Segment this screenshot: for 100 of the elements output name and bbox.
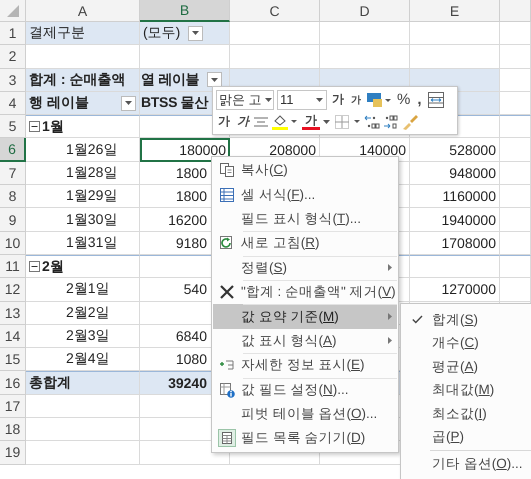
table-cell xyxy=(500,68,531,92)
copy-icon xyxy=(219,162,235,178)
shrink-font-button[interactable]: 가 xyxy=(349,90,363,110)
table-cell: 1160000 xyxy=(410,185,500,208)
table-cell: 1708000 xyxy=(410,232,500,255)
table-cell: 1월30일 xyxy=(26,208,140,232)
table-cell xyxy=(500,92,531,116)
table-cell xyxy=(500,278,531,302)
italic-button[interactable]: 가 xyxy=(235,112,251,132)
refresh-icon xyxy=(219,235,235,252)
row-header[interactable]: 14 xyxy=(0,324,26,348)
check-icon xyxy=(412,315,422,324)
menu-item[interactable]: 합계(S) xyxy=(402,308,531,332)
menu-item[interactable]: 정렬(S) xyxy=(213,256,397,280)
menu-item[interactable]: 개수(C) xyxy=(402,332,531,355)
row-header[interactable]: 16 xyxy=(0,371,26,395)
table-cell xyxy=(500,45,531,69)
caret-icon xyxy=(316,98,323,102)
table-cell: 1월26일 xyxy=(26,138,140,162)
row-header[interactable]: 18 xyxy=(0,418,26,442)
show-details-icon xyxy=(220,360,234,370)
borders-icon[interactable] xyxy=(335,114,361,128)
cell-label: 행 레이블 xyxy=(29,94,89,112)
collapse-icon[interactable] xyxy=(29,261,40,272)
fill-color-icon[interactable] xyxy=(271,114,297,130)
table-cell: 1월28일 xyxy=(26,162,140,186)
row-header[interactable]: 2 xyxy=(0,45,26,69)
caret-icon xyxy=(323,120,330,124)
group-label: 2월 xyxy=(42,258,64,276)
caret-icon xyxy=(192,31,200,36)
column-header[interactable]: A xyxy=(26,0,140,22)
row-header[interactable]: 9 xyxy=(0,208,26,232)
table-cell: 1월29일 xyxy=(26,185,140,208)
column-header[interactable]: B xyxy=(140,0,230,22)
table-cell xyxy=(500,185,531,208)
table-cell: 180000 xyxy=(140,138,230,162)
menu-item[interactable]: 최소값(I) xyxy=(402,402,531,426)
submenu-arrow-icon xyxy=(388,313,392,320)
field-list-icon xyxy=(218,429,236,448)
table-cell xyxy=(500,208,531,232)
table-icon xyxy=(219,186,235,203)
collapse-icon[interactable] xyxy=(29,121,40,132)
menu-item[interactable]: 피벗 테이블 옵션(O)... xyxy=(213,402,397,426)
row-header[interactable]: 11 xyxy=(0,254,26,278)
caret-icon xyxy=(264,98,272,102)
menu-item[interactable]: 기타 옵션(O)... xyxy=(402,449,531,476)
increase-decimal-icon[interactable] xyxy=(364,114,380,128)
row-header[interactable]: 1 xyxy=(0,22,26,46)
column-header[interactable]: E xyxy=(410,0,500,22)
decrease-decimal-icon[interactable] xyxy=(383,114,399,128)
menu-item[interactable]: 평균(A) xyxy=(402,355,531,378)
comma-button[interactable]: , xyxy=(415,90,424,110)
table-cell: 합계 : 순매출액 xyxy=(26,68,140,92)
table-cell xyxy=(500,162,531,186)
submenu-arrow-icon xyxy=(388,264,392,272)
table-cell: 총합계 xyxy=(26,371,140,395)
font-select[interactable]: 맑은 고 xyxy=(216,90,274,110)
remove-icon xyxy=(220,285,234,300)
table-cell: 1270000 xyxy=(410,278,500,302)
table-cell: 2월2일 xyxy=(26,302,140,325)
row-header[interactable]: 13 xyxy=(0,302,26,325)
percent-button[interactable]: % xyxy=(395,90,412,110)
column-header[interactable]: D xyxy=(320,0,410,22)
grow-font-button[interactable]: 가 xyxy=(330,90,346,110)
group-label: 1월 xyxy=(42,118,64,136)
row-header[interactable]: 19 xyxy=(0,441,26,465)
submenu-arrow-icon xyxy=(388,337,392,344)
menu-item[interactable]: 값 요약 기준(M) xyxy=(213,304,397,329)
column-header[interactable]: C xyxy=(230,0,320,22)
money-icon[interactable] xyxy=(366,92,392,108)
cell-label: (모두) xyxy=(143,24,180,42)
dropdown-button[interactable] xyxy=(121,96,136,111)
row-header[interactable]: 17 xyxy=(0,394,26,418)
row-header[interactable]: 12 xyxy=(0,278,26,302)
font-color-button[interactable]: 가 xyxy=(300,112,332,132)
row-header[interactable]: 8 xyxy=(0,185,26,208)
table-cell xyxy=(500,254,531,278)
row-header[interactable]: 4 xyxy=(0,92,26,116)
merge-center-icon[interactable] xyxy=(426,90,445,108)
table-cell: 결제구분 xyxy=(26,22,140,46)
dropdown-button[interactable] xyxy=(207,72,222,88)
caret-icon xyxy=(125,101,132,106)
table-cell xyxy=(500,138,531,162)
table-cell: 2월3일 xyxy=(26,324,140,348)
table-cell: 1940000 xyxy=(410,208,500,232)
row-header[interactable]: 10 xyxy=(0,232,26,255)
row-header[interactable]: 3 xyxy=(0,68,26,92)
table-cell xyxy=(500,22,531,46)
align-center-icon[interactable] xyxy=(254,116,268,126)
cell-label: 열 레이블 xyxy=(141,70,200,89)
table-cell: 1월31일 xyxy=(26,232,140,255)
dropdown-button[interactable] xyxy=(188,26,204,41)
row-header[interactable]: 6 xyxy=(0,138,26,162)
menu-item[interactable]: 최대값(M) xyxy=(402,378,531,402)
menu-item[interactable]: 필드 목록 숨기기(D) xyxy=(213,426,397,451)
row-header[interactable]: 7 xyxy=(0,162,26,186)
menu-item[interactable]: 곱(P) xyxy=(402,426,531,449)
row-header[interactable]: 5 xyxy=(0,115,26,138)
row-header[interactable]: 15 xyxy=(0,348,26,372)
font-size-select[interactable]: 11 xyxy=(277,90,327,110)
